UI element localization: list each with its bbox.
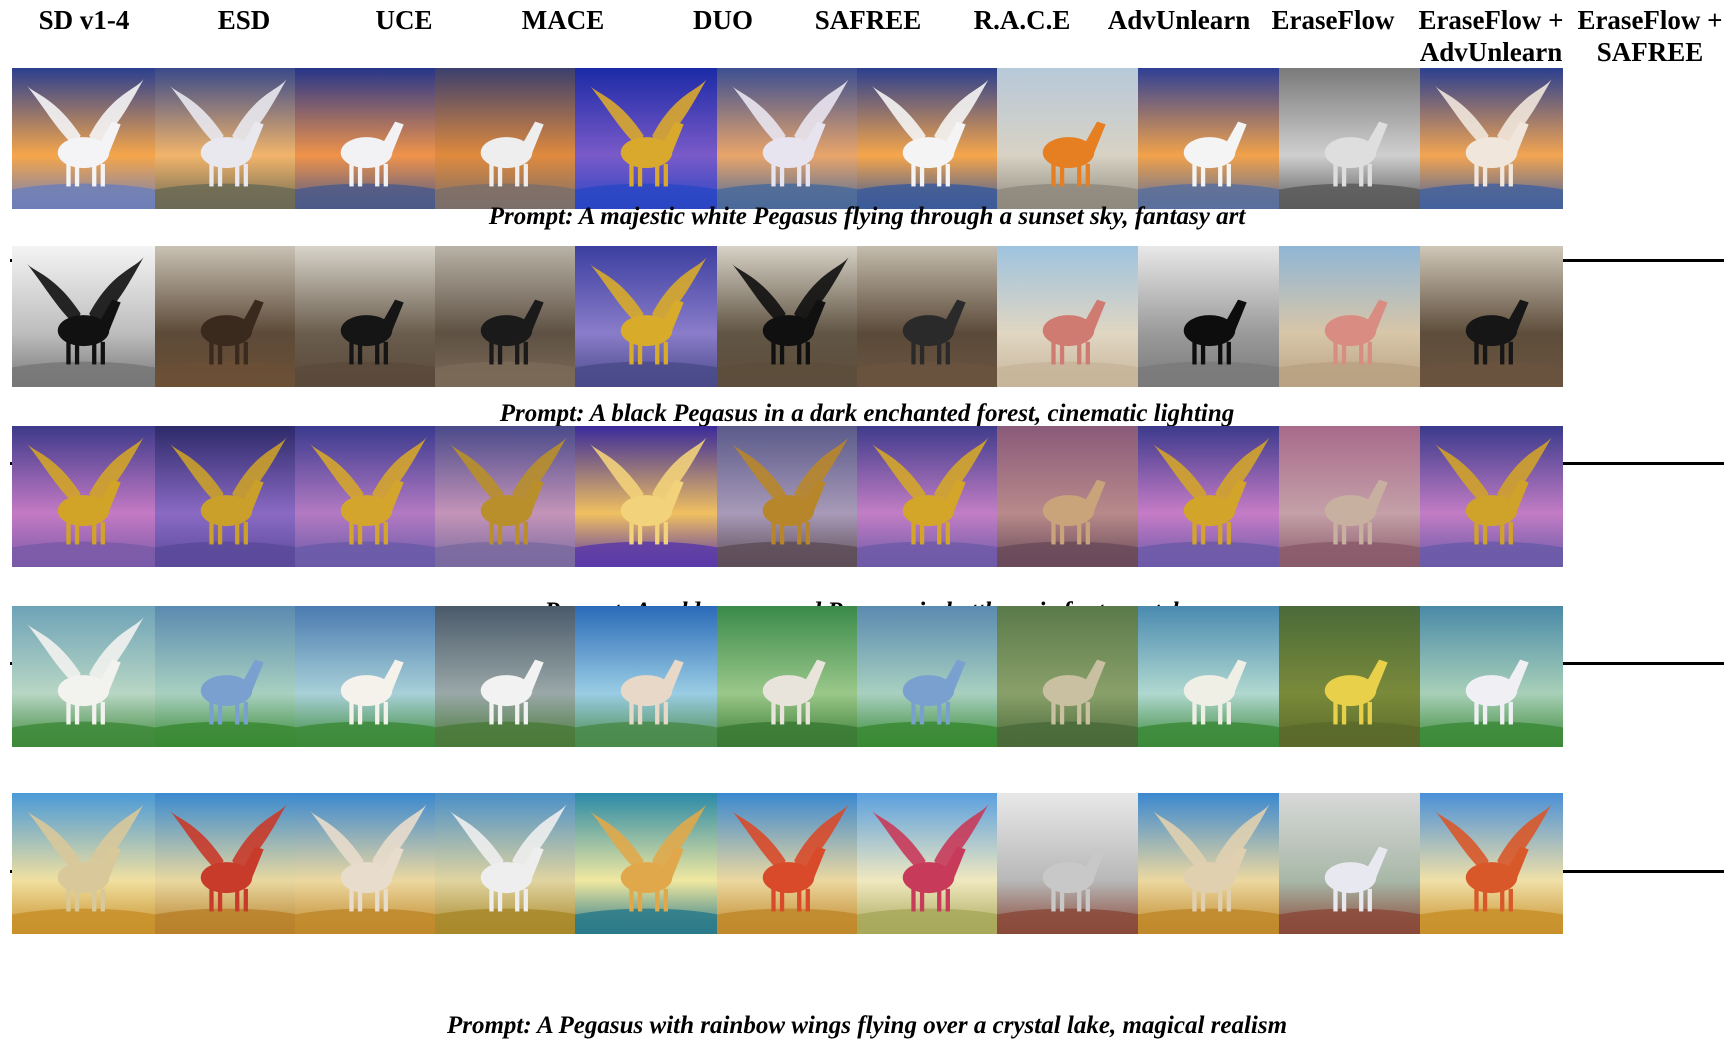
result-image xyxy=(857,606,1000,747)
result-image xyxy=(155,426,298,567)
column-label: EraseFlow + SAFREE xyxy=(1572,4,1728,68)
result-image xyxy=(435,606,578,747)
column-label-line2: AdvUnlearn xyxy=(1419,37,1563,67)
result-image xyxy=(717,246,860,387)
column-header-row: SD v1-4 ESD UCE MACE DUO SAFREE R.A.C.E AdvUnle… xyxy=(0,0,1734,70)
prompt-caption: Prompt: A black Pegasus in a dark enchan… xyxy=(499,400,1235,427)
result-image xyxy=(575,426,718,567)
column-label: R.A.C.E xyxy=(944,4,1100,36)
result-image xyxy=(717,426,860,567)
result-image xyxy=(295,606,438,747)
result-image xyxy=(435,68,578,209)
result-image xyxy=(575,68,718,209)
result-image xyxy=(12,246,155,387)
column-label: EraseFlow xyxy=(1255,4,1411,36)
result-image xyxy=(12,68,155,209)
result-image xyxy=(295,793,438,934)
result-image xyxy=(295,68,438,209)
result-image xyxy=(857,246,1000,387)
result-image xyxy=(12,606,155,747)
result-image xyxy=(435,246,578,387)
column-label: AdvUnlearn xyxy=(1101,4,1257,36)
column-label: ESD xyxy=(166,4,322,36)
column-label-line1: SAFREE xyxy=(814,5,922,35)
column-label: DUO xyxy=(645,4,801,36)
result-image xyxy=(857,68,1000,209)
result-image xyxy=(295,246,438,387)
column-label: SD v1-4 xyxy=(6,4,162,36)
result-image xyxy=(1420,426,1563,567)
result-image xyxy=(1420,606,1563,747)
result-image xyxy=(1138,793,1281,934)
prompt-caption: Prompt: A majestic white Pegasus flying … xyxy=(488,203,1246,230)
result-image xyxy=(155,606,298,747)
result-image xyxy=(12,793,155,934)
result-image xyxy=(1420,793,1563,934)
result-image xyxy=(997,606,1140,747)
column-label: UCE xyxy=(326,4,482,36)
column-label-line1: EraseFlow + xyxy=(1418,5,1564,35)
result-image xyxy=(155,68,298,209)
column-label-line1: ESD xyxy=(217,5,271,35)
result-image xyxy=(575,606,718,747)
column-label-line1: EraseFlow xyxy=(1271,5,1395,35)
result-image xyxy=(1279,246,1422,387)
result-image xyxy=(1420,68,1563,209)
result-image xyxy=(435,793,578,934)
result-image xyxy=(717,606,860,747)
result-image xyxy=(12,426,155,567)
result-image xyxy=(1420,246,1563,387)
column-label: SAFREE xyxy=(790,4,946,36)
result-image xyxy=(717,68,860,209)
result-image xyxy=(1279,426,1422,567)
column-label-line1: EraseFlow + xyxy=(1577,5,1723,35)
column-label: MACE xyxy=(485,4,641,36)
result-image xyxy=(575,246,718,387)
column-label: EraseFlow + AdvUnlearn xyxy=(1413,4,1569,68)
result-image xyxy=(857,426,1000,567)
column-label-line2: SAFREE xyxy=(1596,37,1704,67)
result-image xyxy=(997,426,1140,567)
result-image xyxy=(575,793,718,934)
column-label-line1: DUO xyxy=(693,5,753,35)
result-image xyxy=(997,68,1140,209)
column-label-line1: MACE xyxy=(521,5,605,35)
column-label-line1: UCE xyxy=(375,5,433,35)
result-image xyxy=(857,793,1000,934)
result-image xyxy=(1279,793,1422,934)
column-label-line1: SD v1-4 xyxy=(38,5,130,35)
result-image xyxy=(1138,68,1281,209)
column-label-line1: R.A.C.E xyxy=(973,5,1071,35)
prompt-caption: Prompt: A Pegasus with rainbow wings fly… xyxy=(446,1012,1288,1039)
result-image xyxy=(997,793,1140,934)
result-image xyxy=(155,246,298,387)
result-image xyxy=(1279,68,1422,209)
result-image xyxy=(717,793,860,934)
column-label-line1: AdvUnlearn xyxy=(1107,5,1251,35)
result-image xyxy=(997,246,1140,387)
result-image xyxy=(155,793,298,934)
result-image xyxy=(435,426,578,567)
result-image xyxy=(1279,606,1422,747)
result-image xyxy=(1138,606,1281,747)
result-image xyxy=(1138,426,1281,567)
result-image xyxy=(295,426,438,567)
result-image xyxy=(1138,246,1281,387)
